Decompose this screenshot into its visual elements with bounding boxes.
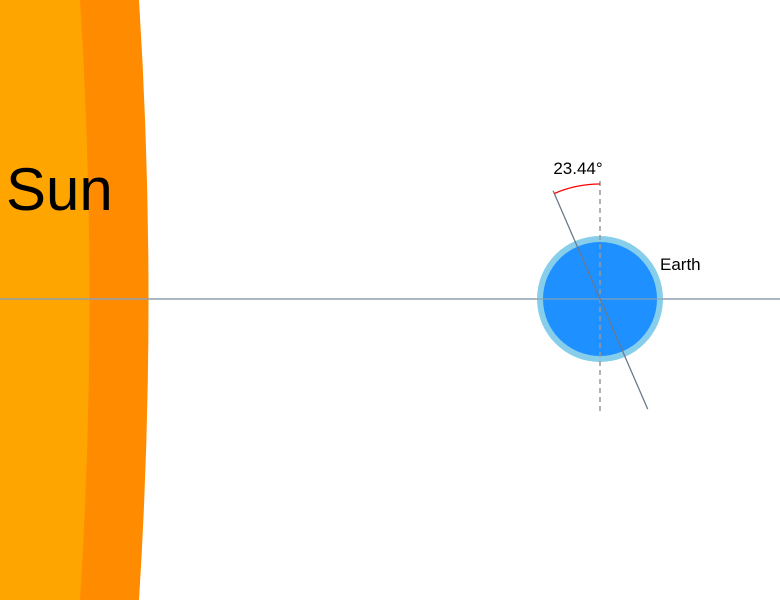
tilt-angle-label: 23.44° xyxy=(553,159,602,178)
sun-inner-layer xyxy=(0,0,90,600)
sun-earth-tilt-diagram: Sun 23.44° Earth xyxy=(0,0,780,600)
tilt-angle-arc xyxy=(554,183,601,195)
earth-label: Earth xyxy=(660,255,701,274)
sun-label: Sun xyxy=(6,156,113,223)
